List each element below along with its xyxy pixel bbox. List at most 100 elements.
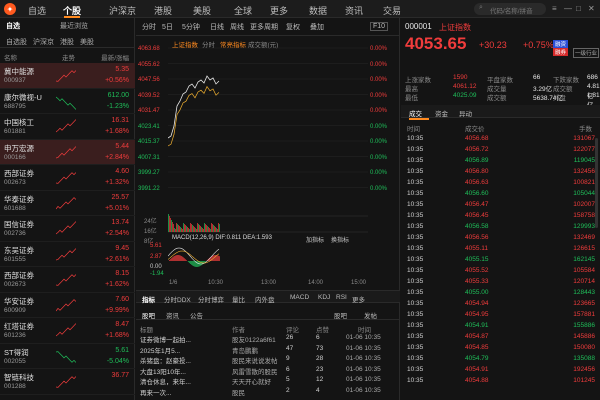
stock-code: 601555 (4, 255, 26, 263)
btn-daily[interactable]: 日线 (210, 22, 224, 32)
nav-global[interactable]: 全球 (234, 4, 252, 17)
close-icon[interactable]: ✕ (588, 4, 595, 13)
tab-news[interactable]: 资讯 (166, 310, 179, 320)
tab-in-out[interactable]: 内外盘 (255, 294, 275, 304)
news-title[interactable]: 大盘13阳10年... (140, 366, 186, 376)
tab-volume-ratio[interactable]: 量比 (232, 294, 245, 304)
stat-0-1: 1590 (453, 74, 468, 81)
nav-more[interactable]: 更多 (270, 4, 288, 17)
minimize-icon[interactable]: — (564, 4, 572, 13)
stock-code: 000166 (4, 153, 26, 161)
nav-data[interactable]: 数据 (309, 4, 327, 17)
stock-row[interactable]: 西部证券 002673 8.15 +1.62% (0, 267, 135, 293)
news-row[interactable]: 大盘13阳10年... 风雷雪散的股民 6 23 01-06 10:35 (140, 366, 396, 376)
news-title[interactable]: 2025年1月5... (140, 345, 180, 355)
trade-volume: 157881 (573, 311, 595, 318)
sparkline-path (56, 376, 76, 388)
stock-row[interactable]: 申万宏源 000166 5.44 +2.84% (0, 139, 135, 165)
post-button[interactable]: 发帖 (364, 310, 377, 320)
nav-us[interactable]: 美股 (193, 4, 211, 17)
tab-trades[interactable]: 成交 (409, 108, 422, 118)
trade-volume: 150080 (573, 344, 595, 351)
tab-my-stocks[interactable]: 自选股 (6, 37, 27, 47)
volume-bar (189, 229, 190, 232)
btn-intraday[interactable]: 分时 (142, 22, 156, 32)
stock-row[interactable]: 中国核工 601881 16.31 +1.68% (0, 114, 135, 140)
trades-scrollbar[interactable] (595, 138, 598, 228)
tab-hk[interactable]: 港股 (60, 37, 74, 47)
stock-row[interactable]: 冀中能源 000937 5.35 +0.56% (0, 63, 135, 89)
news-row[interactable]: 2025年1月5... 青岛鹏鹏 47 73 01-06 10:35 (140, 345, 396, 355)
tab-us[interactable]: 美股 (80, 37, 94, 47)
menu-icon[interactable]: ≡ (552, 4, 557, 13)
sparkline-path (56, 119, 76, 133)
stock-row[interactable]: ST得润 002055 5.61 -5.04% (0, 344, 135, 369)
macd-bar (190, 261, 191, 265)
stat-2-4: 外盘 (553, 95, 566, 102)
tab-forum[interactable]: 股吧 (142, 310, 155, 320)
stock-row[interactable]: 华泰证券 601688 25.57 +5.01% (0, 191, 135, 216)
btn-adjust[interactable]: 复权 (286, 22, 300, 32)
btn-weekly[interactable]: 周线 (230, 22, 244, 32)
tab-shsz[interactable]: 沪深京 (33, 37, 54, 47)
news-row[interactable]: 清仓休息，来年... 天天开心就好 5 12 01-06 10:35 (140, 376, 396, 386)
stock-row[interactable]: 康尔微视-U 688795 612.00 -1.23% (0, 89, 135, 114)
sparkline (56, 376, 76, 388)
trade-price: 4056.80 (465, 168, 489, 175)
stock-row[interactable]: 红塔证券 601236 8.47 +1.68% (0, 318, 135, 344)
news-row[interactable]: 杀猪盘：赵豪投... 股民来说说发帖 9 28 01-06 10:35 (140, 355, 396, 365)
tab-moves[interactable]: 异动 (459, 108, 472, 118)
stock-row[interactable]: 国信证券 002736 13.74 +2.54% (0, 216, 135, 242)
switch-indicator-button[interactable]: 换指标 (331, 235, 349, 244)
col-name[interactable]: 名称 (4, 52, 17, 62)
btn-overlay[interactable]: 叠加 (310, 22, 324, 32)
tab-ddx[interactable]: 分时DDX (164, 294, 191, 304)
news-title[interactable]: 证券微博一起拍... (140, 334, 191, 344)
nav-shsz[interactable]: 沪深京 (109, 4, 136, 17)
trade-time: 10:35 (407, 234, 424, 241)
news-title[interactable]: 杀猪盘：赵豪投... (140, 355, 191, 365)
trade-row: 10:35 4054.91 155886 (405, 322, 595, 332)
trade-price: 4056.56 (465, 234, 489, 241)
y-label-left: 3999.27 (138, 170, 160, 176)
search-icon: ⌕ (479, 4, 483, 11)
tab-more[interactable]: 更多 (352, 294, 365, 304)
stock-row[interactable]: 智链科技 001288 36.77 (0, 369, 135, 395)
tab-rsi[interactable]: RSI (336, 294, 347, 301)
tab-announcements[interactable]: 公告 (190, 310, 203, 320)
tab-macd[interactable]: MACD (290, 294, 309, 301)
btn-f10[interactable]: F10 (370, 22, 389, 31)
tab-indicators[interactable]: 指标 (142, 294, 155, 304)
forum-button[interactable]: 股吧 (334, 310, 347, 320)
col-price[interactable]: 最新/涨幅 (101, 52, 129, 62)
nav-watchlist[interactable]: 自选 (28, 4, 46, 17)
tab-funds[interactable]: 资金 (435, 108, 448, 118)
stock-row[interactable]: 东吴证券 601555 9.45 +2.61% (0, 242, 135, 267)
tab-kdj[interactable]: KDJ (318, 294, 330, 301)
badge-industry: 一级行业 (573, 48, 600, 58)
volume-bar (184, 224, 185, 232)
news-row[interactable]: 再来一次... 股民 2 4 01-06 10:35 (140, 387, 396, 397)
y-label-right: 0.00% (370, 154, 388, 161)
maximize-icon[interactable]: □ (576, 4, 581, 13)
news-title[interactable]: 清仓休息，来年... (140, 376, 191, 386)
nav-trade[interactable]: 交易 (383, 4, 401, 17)
btn-5day[interactable]: 5日 (162, 22, 173, 32)
nav-news[interactable]: 资讯 (345, 4, 363, 17)
btn-more-periods[interactable]: 更多周期 (250, 22, 278, 32)
sparkline-path (56, 298, 76, 311)
tab-recent[interactable]: 最近浏览 (60, 21, 88, 31)
tab-watchlist[interactable]: 自选 (6, 21, 20, 31)
news-title[interactable]: 再来一次... (140, 387, 171, 397)
stock-row[interactable]: 华安证券 600909 7.60 +9.99% (0, 293, 135, 318)
news-row[interactable]: 证券微博一起拍... 股友0122a6f61 26 6 01-06 10:35 (140, 334, 396, 344)
add-indicator-button[interactable]: 加指标 (306, 235, 324, 244)
tab-game[interactable]: 分时博弈 (198, 294, 224, 304)
btn-5min[interactable]: 5分钟 (182, 22, 200, 32)
stat-0-3: 66 (533, 74, 541, 81)
macd-bar (200, 261, 201, 266)
nav-hk[interactable]: 港股 (154, 4, 172, 17)
search-input[interactable]: 代码/名称/拼音 (474, 3, 546, 15)
stock-row[interactable]: 西部证券 002673 4.60 +1.32% (0, 165, 135, 191)
trade-tab-indicator (409, 118, 429, 120)
